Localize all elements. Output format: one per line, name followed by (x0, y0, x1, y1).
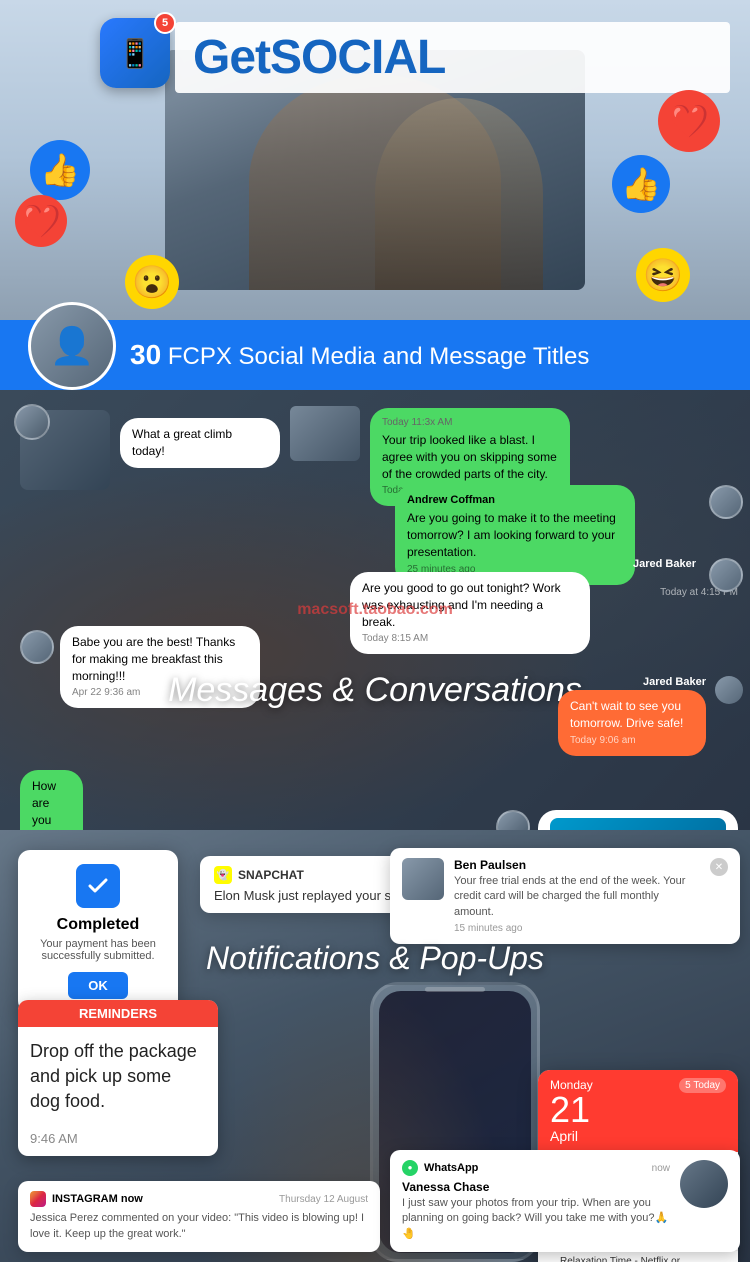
completed-title: Completed (32, 916, 164, 934)
whatsapp-when: now (652, 1163, 670, 1174)
hero-title-banner: GetSOCIAL (175, 22, 730, 93)
reminders-text: Drop off the package and pick up some do… (18, 1027, 218, 1127)
calendar-badge: 5 Today (679, 1078, 726, 1093)
subtitle-text: 30 FCPX Social Media and Message Titles (130, 339, 589, 371)
like-icon-topleft: 👍 (30, 140, 90, 200)
instagram-header: INSTAGRAM now Thursday 12 August (30, 1191, 368, 1207)
push-name: Ben Paulsen (454, 858, 700, 872)
push-notification: Ben Paulsen Your free trial ends at the … (390, 848, 740, 944)
calendar-date-info: Monday 21 April (550, 1078, 593, 1144)
bubble-orange: Can't wait to see you tomorrow. Drive sa… (558, 690, 706, 756)
whatsapp-notification: ● WhatsApp now Vanessa Chase I just saw … (390, 1150, 740, 1252)
hero-title: GetSOCIAL (193, 30, 712, 85)
jared-orange-container: Jared Baker Can't wait to see you tomorr… (558, 676, 738, 690)
cal-event-5: Relaxation Time - Netflix or Book 8:00 P… (538, 1251, 738, 1262)
notifications-section: Completed Your payment has been successf… (0, 830, 750, 1262)
instagram-brand: INSTAGRAM now (30, 1191, 143, 1207)
hero-section: 5 📱 GetSOCIAL 👍 👍 ❤️ ❤️ 😮 😆 👤 30 FCPX So… (0, 0, 750, 390)
instagram-logo (30, 1191, 46, 1207)
reminders-header: REMINDERS (18, 1000, 218, 1027)
subtitle-avatar: 👤 (28, 302, 116, 390)
instagram-when: Thursday 12 August (279, 1194, 368, 1205)
wow-emoji-icon: 😮 (125, 255, 179, 309)
whatsapp-header: ● WhatsApp now (402, 1160, 670, 1178)
instagram-message: Jessica Perez commented on your video: "… (30, 1211, 368, 1242)
whatsapp-avatar (680, 1160, 728, 1208)
photo-thumbnail (290, 406, 360, 461)
push-content: Ben Paulsen Your free trial ends at the … (454, 858, 700, 934)
completed-popup: Completed Your payment has been successf… (18, 850, 178, 1013)
ben-avatar (402, 858, 444, 900)
checkmark-icon (86, 874, 110, 898)
subtitle-band: 👤 30 FCPX Social Media and Message Title… (0, 320, 750, 390)
like-icon-topright: 👍 (612, 155, 670, 213)
whatsapp-sender: Vanessa Chase (402, 1180, 670, 1194)
push-text: Your free trial ends at the end of the w… (454, 874, 700, 920)
instagram-notification: INSTAGRAM now Thursday 12 August Jessica… (18, 1181, 380, 1252)
heart-icon-right: ❤️ (658, 90, 720, 152)
reminders-time: 9:46 AM (18, 1127, 218, 1156)
reminders-box: REMINDERS Drop off the package and pick … (18, 1000, 218, 1156)
jared-avatar-2 (715, 676, 743, 704)
push-close-button[interactable]: ✕ (710, 858, 728, 876)
jared-message-1: Jared Baker Are you good to go out tonig… (350, 558, 738, 572)
bubble-climb: What a great climb today! (120, 418, 280, 468)
messages-section: What a great climb today! Today 11:3x AM… (0, 390, 750, 830)
whatsapp-message: I just saw your photos from your trip. W… (402, 1196, 670, 1242)
app-icon: 5 📱 (100, 18, 170, 88)
completed-check-icon (76, 864, 120, 908)
heart-icon-left: ❤️ (15, 195, 67, 247)
whatsapp-content: ● WhatsApp now Vanessa Chase I just saw … (402, 1160, 670, 1242)
snapchat-logo: 👻 (214, 866, 232, 884)
whatsapp-brand: ● WhatsApp (402, 1160, 478, 1176)
notifications-title: Notifications & Pop-Ups (0, 940, 750, 977)
avatar-1 (14, 404, 50, 440)
ocean-image: 🐢 (550, 818, 726, 830)
bubble-jared-1: Are you good to go out tonight? Work was… (350, 572, 590, 654)
bubble-how: How are you doing? Can't wait to see you… (20, 770, 83, 830)
bubble-flying: 🐢 Flying first class to Europe is the on… (538, 810, 738, 830)
jared-name: Jared Baker (350, 558, 696, 570)
calendar-header: Monday 21 April 5 Today (538, 1070, 738, 1152)
whatsapp-logo: ● (402, 1160, 418, 1176)
andrew-avatar (709, 485, 743, 519)
jared-name-2: Jared Baker (558, 676, 706, 688)
app-badge: 5 (154, 12, 176, 34)
snapchat-brand: 👻 SNAPCHAT (214, 866, 304, 884)
avatar-breakfast (20, 630, 54, 664)
laugh-emoji-icon: 😆 (636, 248, 690, 302)
push-time: 15 minutes ago (454, 923, 700, 934)
jared-avatar-1 (709, 558, 743, 592)
